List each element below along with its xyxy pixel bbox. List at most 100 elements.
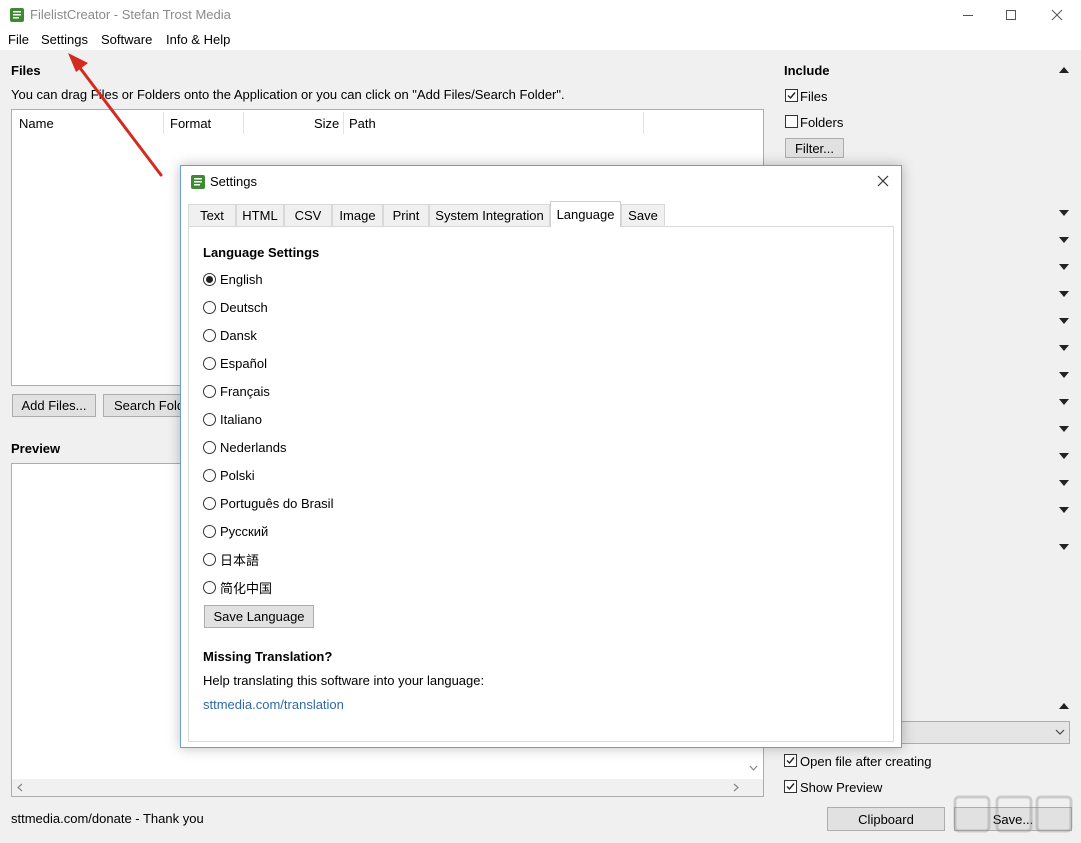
language-panel: Language Settings English Deutsch Dansk … [188, 226, 894, 742]
language-option-polski[interactable]: Polski [203, 467, 255, 483]
language-label: Deutsch [220, 299, 268, 315]
language-label: English [220, 271, 263, 287]
tab-language[interactable]: Language [550, 201, 621, 227]
radio-button[interactable] [203, 496, 216, 510]
filter-button[interactable]: Filter... [785, 138, 844, 158]
radio-button[interactable] [203, 328, 216, 342]
expand-down-icon[interactable] [1059, 480, 1069, 486]
language-label: Português do Brasil [220, 495, 334, 511]
menu-software[interactable]: Software [101, 32, 152, 47]
language-option-italiano[interactable]: Italiano [203, 411, 262, 427]
radio-button[interactable] [203, 300, 216, 314]
missing-translation-heading: Missing Translation? [203, 649, 333, 664]
show-preview-checkbox[interactable] [784, 780, 797, 793]
minimize-button[interactable] [945, 0, 991, 30]
files-heading: Files [11, 63, 41, 78]
menu-file[interactable]: File [8, 32, 29, 47]
add-files-button[interactable]: Add Files... [12, 394, 96, 417]
include-files-checkbox[interactable] [785, 89, 798, 102]
expand-down-icon[interactable] [1059, 372, 1069, 378]
tab-csv[interactable]: CSV [284, 204, 332, 226]
tab-print[interactable]: Print [383, 204, 429, 226]
checkmark-icon [786, 757, 795, 765]
tab-image[interactable]: Image [332, 204, 383, 226]
radio-button[interactable] [203, 580, 216, 594]
language-label: 日本語 [220, 552, 260, 568]
close-button[interactable] [1034, 0, 1080, 30]
collapse-up-icon[interactable] [1059, 67, 1069, 73]
maximize-icon [1006, 10, 1016, 20]
column-separator [243, 112, 244, 134]
language-option-chinese[interactable]: 简化中国 [203, 579, 272, 596]
column-format[interactable]: Format [170, 116, 211, 131]
column-separator [643, 112, 644, 134]
expand-down-icon[interactable] [1059, 345, 1069, 351]
close-icon [877, 175, 889, 187]
close-icon [1051, 9, 1063, 21]
clipboard-button[interactable]: Clipboard [827, 807, 945, 831]
expand-down-icon[interactable] [1059, 291, 1069, 297]
column-separator [343, 112, 344, 134]
language-option-russian[interactable]: Русский [203, 523, 268, 539]
tab-text[interactable]: Text [188, 204, 236, 226]
maximize-button[interactable] [988, 0, 1034, 30]
language-option-francais[interactable]: Français [203, 383, 270, 399]
expand-down-icon[interactable] [1059, 399, 1069, 405]
expand-down-icon[interactable] [1059, 264, 1069, 270]
column-name[interactable]: Name [19, 116, 54, 131]
scroll-right-icon[interactable] [732, 783, 740, 792]
annotation-arrow [68, 53, 163, 177]
scroll-down-icon[interactable] [749, 764, 758, 772]
radio-button[interactable] [203, 412, 216, 426]
translation-link[interactable]: sttmedia.com/translation [203, 697, 344, 712]
language-option-portugues[interactable]: Português do Brasil [203, 495, 333, 511]
expand-down-icon[interactable] [1059, 426, 1069, 432]
language-option-nederlands[interactable]: Nederlands [203, 439, 287, 455]
column-size[interactable]: Size [314, 116, 339, 131]
menu-settings[interactable]: Settings [41, 32, 88, 47]
tab-system-integration[interactable]: System Integration [429, 204, 550, 226]
include-folders-label: Folders [800, 115, 844, 130]
horizontal-scrollbar[interactable] [12, 779, 763, 796]
language-option-dansk[interactable]: Dansk [203, 327, 257, 343]
language-label: Polski [220, 467, 255, 483]
tab-html[interactable]: HTML [236, 204, 284, 226]
checkmark-icon [786, 783, 795, 791]
missing-translation-text: Help translating this software into your… [203, 673, 485, 688]
settings-close-button[interactable] [871, 170, 895, 192]
expand-down-icon[interactable] [1059, 210, 1069, 216]
output-format-select[interactable] [898, 721, 1070, 744]
radio-button[interactable] [203, 384, 216, 398]
language-label: Русский [220, 523, 269, 539]
tab-save[interactable]: Save [621, 204, 665, 226]
include-folders-checkbox[interactable] [785, 115, 798, 128]
include-files-label: Files [800, 89, 828, 104]
show-preview-label: Show Preview [800, 780, 883, 795]
expand-down-icon[interactable] [1059, 507, 1069, 513]
radio-button[interactable] [203, 356, 216, 370]
language-label: Español [220, 355, 267, 371]
radio-button[interactable] [203, 552, 216, 566]
radio-button[interactable] [203, 468, 216, 482]
open-after-checkbox[interactable] [784, 754, 797, 767]
expand-down-icon[interactable] [1059, 237, 1069, 243]
language-option-deutsch[interactable]: Deutsch [203, 299, 268, 315]
scroll-left-icon[interactable] [16, 783, 24, 792]
radio-button[interactable] [203, 524, 216, 538]
menu-bar [0, 30, 1081, 50]
collapse-up-icon[interactable] [1059, 703, 1069, 709]
column-path[interactable]: Path [349, 116, 376, 131]
status-text[interactable]: sttmedia.com/donate - Thank you [11, 811, 204, 826]
radio-button[interactable] [203, 272, 216, 286]
language-option-espanol[interactable]: Español [203, 355, 267, 371]
menu-info-help[interactable]: Info & Help [166, 32, 230, 47]
language-option-japanese[interactable]: 日本語 [203, 551, 260, 568]
save-language-button[interactable]: Save Language [204, 605, 314, 628]
language-option-english[interactable]: English [203, 271, 263, 287]
radio-button[interactable] [203, 440, 216, 454]
expand-down-icon[interactable] [1059, 453, 1069, 459]
expand-down-icon[interactable] [1059, 544, 1069, 550]
expand-down-icon[interactable] [1059, 318, 1069, 324]
language-label: Dansk [220, 327, 257, 343]
settings-dialog-icon [190, 174, 206, 190]
